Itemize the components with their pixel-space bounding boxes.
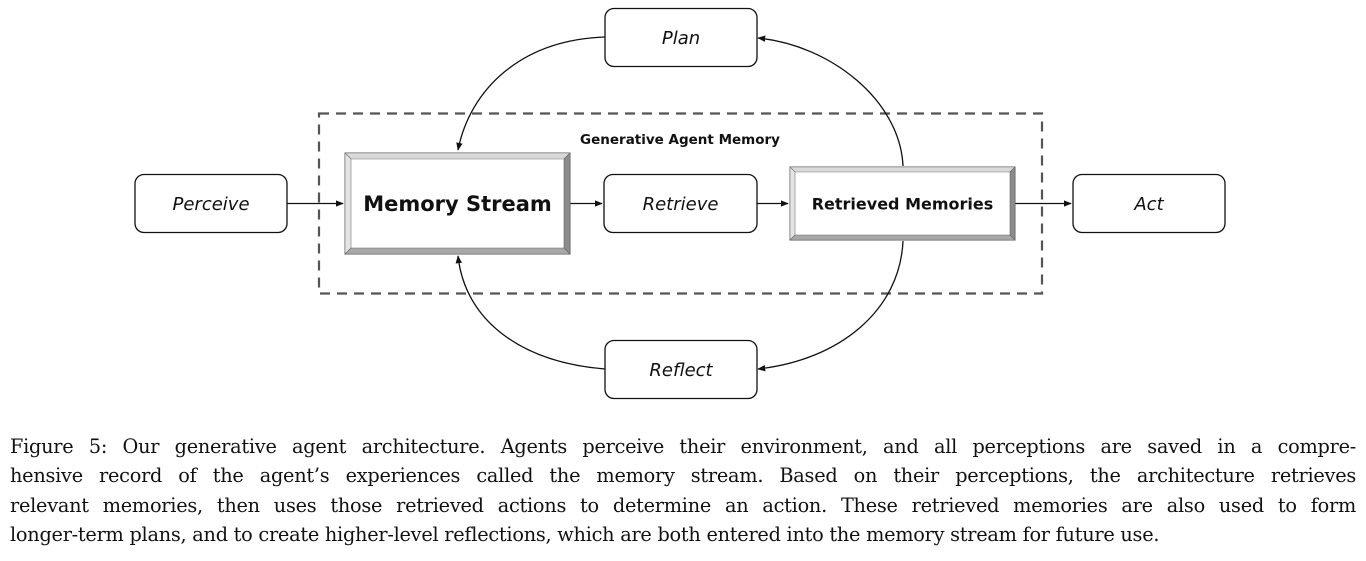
node-perceive: Perceive (134, 173, 288, 234)
node-retrieve-label: Retrieve (643, 194, 719, 215)
node-plan-label: Plan (662, 28, 700, 49)
edge-retrieved-memories-to-reflect (757, 240, 904, 372)
node-perceive-label: Perceive (172, 194, 249, 215)
architecture-diagram: Generative Agent Memory Plan Perceive Re… (134, 7, 1226, 400)
node-act-label: Act (1133, 194, 1164, 215)
node-memory-stream-label: Memory Stream (363, 192, 552, 216)
node-memory-stream: Memory Stream (344, 152, 571, 255)
node-plan: Plan (604, 7, 758, 68)
container-title: Generative Agent Memory (580, 132, 780, 148)
caption-line: Figure 5: Our generative agent architect… (10, 435, 1356, 458)
caption-line: relevant memories, then uses those retri… (10, 493, 1356, 517)
caption-line: hensive record of the agent’s experience… (10, 464, 1356, 488)
node-retrieved-memories-label: Retrieved Memories (812, 195, 994, 214)
edge-reflect-to-memory-stream (455, 255, 606, 370)
node-retrieve: Retrieve (603, 173, 758, 234)
caption-line: longer-term plans, and to create higher-… (10, 522, 1160, 546)
node-reflect: Reflect (604, 339, 758, 400)
node-retrieved-memories: Retrieved Memories (789, 166, 1016, 241)
node-act: Act (1072, 173, 1226, 234)
node-reflect-label: Reflect (649, 360, 713, 381)
figure-caption: Figure 5: Our generative agent architect… (10, 432, 1356, 549)
